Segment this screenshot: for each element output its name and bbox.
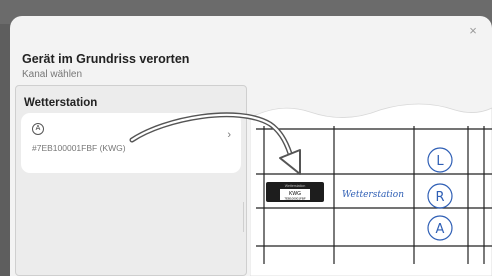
arrow-head-icon <box>279 149 301 175</box>
curved-arrow <box>129 112 295 163</box>
arrow-overlay <box>129 112 301 175</box>
